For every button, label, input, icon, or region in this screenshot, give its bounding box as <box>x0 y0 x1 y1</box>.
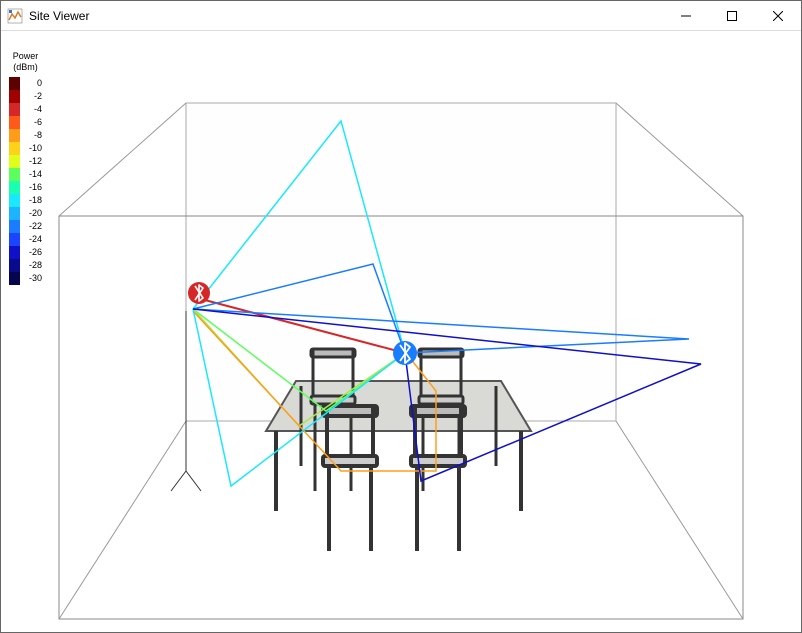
maximize-button[interactable] <box>709 1 755 30</box>
app-icon <box>7 8 23 24</box>
window-controls <box>663 1 801 30</box>
window-title: Site Viewer <box>29 9 663 23</box>
bluetooth-rx-marker[interactable] <box>393 341 417 365</box>
viewport[interactable]: Power (dBm) 0-2-4-6-8-10-12-14-16-18-20-… <box>1 31 801 632</box>
app-window: Site Viewer Power (dBm) 0-2-4-6-8-10-12-… <box>0 0 802 633</box>
minimize-button[interactable] <box>663 1 709 30</box>
close-button[interactable] <box>755 1 801 30</box>
titlebar: Site Viewer <box>1 1 801 31</box>
bluetooth-tx-marker[interactable] <box>188 282 210 304</box>
scene-3d[interactable] <box>1 31 801 631</box>
